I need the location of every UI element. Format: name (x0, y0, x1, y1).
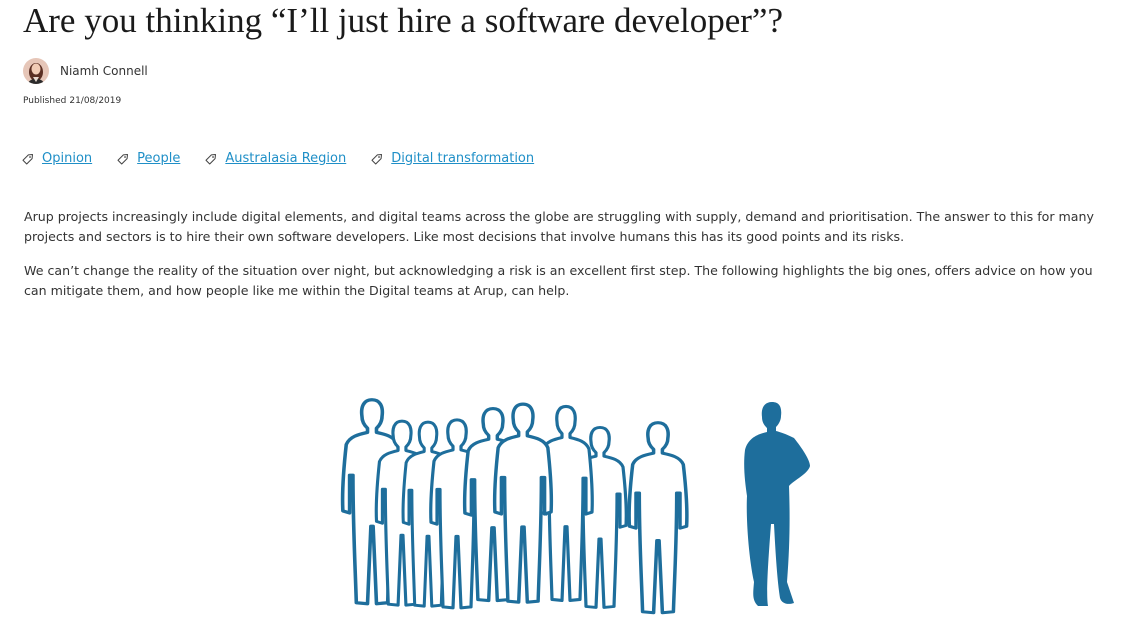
tag-icon (371, 153, 383, 165)
tag-opinion[interactable]: Opinion (21, 151, 92, 166)
tag-list: Opinion People Australasia Region Digita… (21, 149, 558, 167)
article-paragraph: Arup projects increasingly include digit… (24, 209, 1094, 244)
published-label: Published (23, 96, 67, 106)
lone-figure (744, 402, 810, 606)
tag-label[interactable]: Australasia Region (225, 151, 346, 166)
hero-illustration (340, 397, 810, 615)
tag-people[interactable]: People (116, 151, 180, 166)
article-title: Are you thinking “I’ll just hire a softw… (23, 1, 784, 40)
tag-icon (117, 153, 129, 165)
tag-icon (22, 153, 33, 165)
avatar[interactable] (23, 58, 49, 84)
published-date: Published 21/08/2019 (23, 96, 121, 106)
author-byline: Niamh Connell (23, 57, 148, 85)
crowd-outline-group (340, 397, 689, 615)
tag-label[interactable]: People (137, 151, 180, 166)
author-name[interactable]: Niamh Connell (60, 64, 148, 78)
tag-label[interactable]: Digital transformation (391, 151, 534, 166)
tag-australasia-region[interactable]: Australasia Region (204, 151, 346, 166)
tag-icon (205, 153, 217, 165)
published-value: 21/08/2019 (69, 96, 122, 106)
tag-label[interactable]: Opinion (42, 151, 92, 166)
tag-digital-transformation[interactable]: Digital transformation (370, 151, 534, 166)
article-paragraph: We can’t change the reality of the situa… (24, 263, 1093, 298)
